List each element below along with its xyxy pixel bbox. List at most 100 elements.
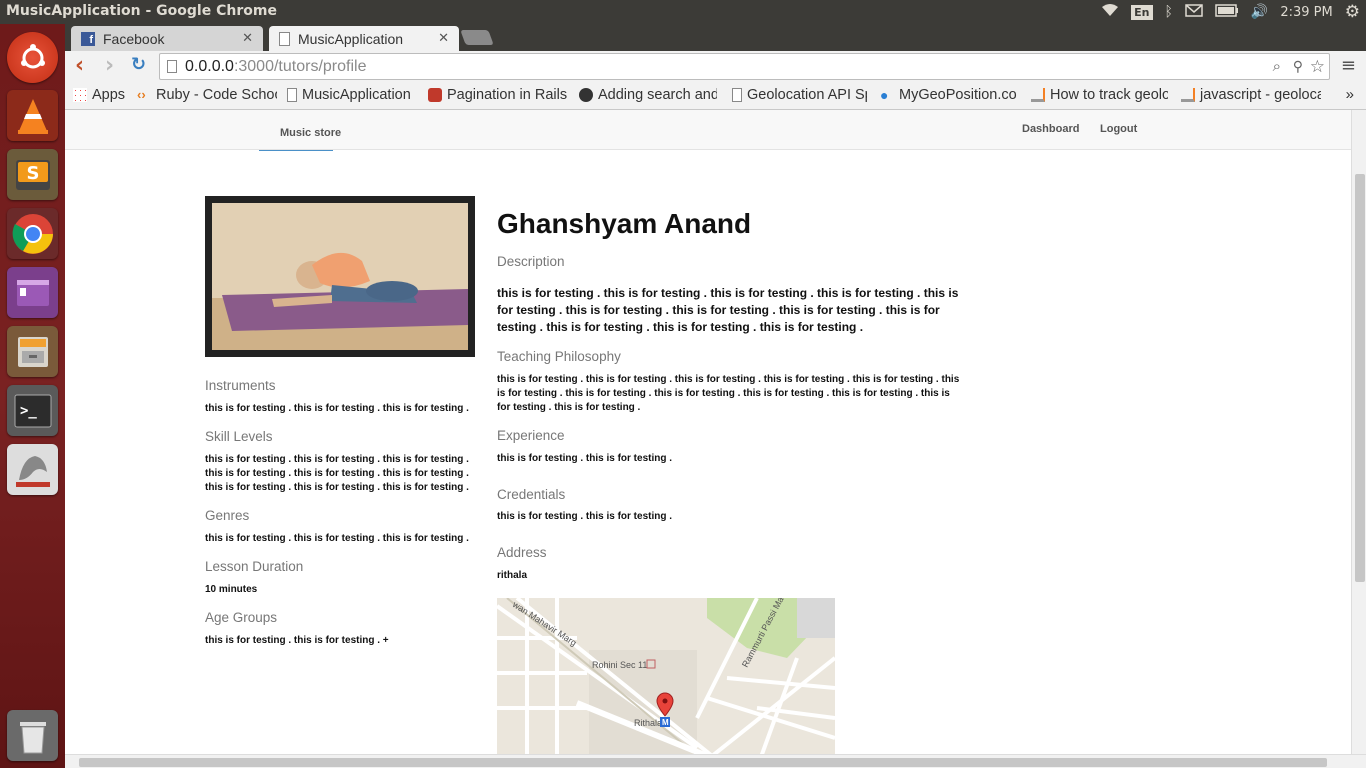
lesson-duration-heading: Lesson Duration xyxy=(205,559,304,574)
close-tab-icon[interactable]: ✕ xyxy=(438,30,449,46)
system-tray: En ᛒ 🔊 2:39 PM ⚙ xyxy=(1101,0,1360,24)
stackoverflow-icon xyxy=(1181,88,1195,102)
bookmark-ruby[interactable]: ‹› Ruby - Code Schoo xyxy=(137,87,277,103)
bookmark-pagination[interactable]: Pagination in Rails xyxy=(428,87,567,103)
active-link-underline xyxy=(259,150,333,151)
instruments-text: this is for testing . this is for testin… xyxy=(205,403,469,414)
page-icon xyxy=(167,60,177,73)
skill-levels-heading: Skill Levels xyxy=(205,429,273,444)
age-groups-heading: Age Groups xyxy=(205,610,278,625)
tab-musicapplication[interactable]: MusicApplication ✕ xyxy=(269,26,459,51)
page-viewport: Music store Dashboard Logout Instruments… xyxy=(65,110,1366,768)
star-icon[interactable]: ☆ xyxy=(1310,54,1325,79)
lesson-duration-text: 10 minutes xyxy=(205,584,258,595)
tutor-name: Ghanshyam Anand xyxy=(497,208,752,239)
bookmark-label: MyGeoPosition.co xyxy=(899,87,1017,103)
genres-text: this is for testing . this is for testin… xyxy=(205,533,469,544)
svg-text:>_: >_ xyxy=(20,403,37,419)
page-icon xyxy=(287,88,297,102)
page-icon xyxy=(732,88,742,102)
gear-icon[interactable]: ⚙ xyxy=(1345,2,1360,22)
bookmark-apps[interactable]: Apps xyxy=(73,87,125,103)
bookmark-track-geolocation[interactable]: How to track geolo xyxy=(1031,87,1168,103)
mysql-workbench-icon[interactable] xyxy=(7,444,58,495)
bookmarks-bar: Apps ‹› Ruby - Code Schoo MusicApplicati… xyxy=(65,82,1366,110)
map-station-label: Rithala xyxy=(634,718,662,728)
scrollbar-thumb[interactable] xyxy=(79,758,1327,767)
genres-heading: Genres xyxy=(205,508,250,523)
tab-label: Facebook xyxy=(103,30,165,47)
map-place-label: Rohini Sec 11 xyxy=(592,660,647,670)
tab-label: MusicApplication xyxy=(298,30,404,47)
forward-button[interactable]: › xyxy=(105,53,114,78)
purple-app-icon[interactable] xyxy=(7,267,58,318)
browser-toolbar: ‹ › ↻ 0.0.0.0:3000/tutors/profile ⌕ ⚲ ☆ … xyxy=(65,51,1366,82)
bookmark-label: Ruby - Code Schoo xyxy=(156,87,277,103)
horizontal-scrollbar[interactable] xyxy=(65,754,1366,768)
input-method-indicator[interactable]: En xyxy=(1131,4,1153,20)
yoga-photo xyxy=(212,203,468,350)
battery-icon[interactable] xyxy=(1215,3,1239,21)
wifi-icon[interactable] xyxy=(1101,3,1119,21)
skill-levels-text: this is for testing . this is for testin… xyxy=(205,454,469,493)
apps-icon xyxy=(73,88,87,102)
site-navbar: Music store Dashboard Logout xyxy=(65,110,1351,150)
menu-icon[interactable]: ≡ xyxy=(1341,55,1356,76)
clock[interactable]: 2:39 PM xyxy=(1280,5,1332,20)
bookmarks-overflow-button[interactable]: » xyxy=(1346,86,1354,103)
close-tab-icon[interactable]: ✕ xyxy=(242,30,253,46)
map-marker-icon[interactable] xyxy=(657,693,673,717)
bookmark-mygeoposition[interactable]: ● MyGeoPosition.co xyxy=(880,87,1020,103)
volume-icon[interactable]: 🔊 xyxy=(1251,4,1268,20)
page-icon xyxy=(279,31,290,46)
window-title: MusicApplication - Google Chrome xyxy=(6,3,277,19)
nav-logout-link[interactable]: Logout xyxy=(1100,123,1137,135)
description-text: this is for testing . this is for testin… xyxy=(497,286,959,334)
sublime-text-icon[interactable]: S xyxy=(7,149,58,200)
bookmark-search[interactable]: Adding search and xyxy=(579,87,717,103)
bookmark-label: MusicApplication xyxy=(302,87,411,103)
bookmark-javascript-geolocation[interactable]: javascript - geoloca xyxy=(1181,87,1321,103)
instruments-heading: Instruments xyxy=(205,378,276,393)
files-icon[interactable] xyxy=(7,326,58,377)
rails-icon xyxy=(428,88,442,102)
credentials-text: this is for testing . this is for testin… xyxy=(497,511,673,522)
trash-icon[interactable] xyxy=(7,710,58,761)
tab-strip: f Facebook ✕ MusicApplication ✕ xyxy=(65,24,1366,51)
bookmark-label: Apps xyxy=(92,87,126,103)
bookmark-label: Adding search and xyxy=(598,87,717,103)
address-map[interactable]: wan Mahavir Marg Rammurti Passi Ma Rohin… xyxy=(497,598,835,768)
github-icon xyxy=(579,88,593,102)
extension-icon[interactable]: ⚲ xyxy=(1293,54,1303,79)
launcher: S >_ xyxy=(0,24,65,768)
mail-icon[interactable] xyxy=(1185,3,1203,21)
address-bar[interactable]: 0.0.0.0:3000/tutors/profile ⌕ ⚲ ☆ xyxy=(159,53,1330,80)
tab-facebook[interactable]: f Facebook ✕ xyxy=(71,26,263,51)
map-pin-icon: ● xyxy=(880,87,889,103)
new-tab-button[interactable] xyxy=(460,30,494,45)
credentials-heading: Credentials xyxy=(497,487,566,502)
bookmark-label: Pagination in Rails xyxy=(447,87,568,103)
chrome-icon[interactable] xyxy=(7,208,58,259)
facebook-icon: f xyxy=(81,31,95,46)
bookmark-label: javascript - geoloca xyxy=(1200,87,1321,103)
nav-dashboard-link[interactable]: Dashboard xyxy=(1022,123,1079,135)
experience-text: this is for testing . this is for testin… xyxy=(497,453,673,464)
top-panel: MusicApplication - Google Chrome En ᛒ 🔊 … xyxy=(0,0,1366,24)
ubuntu-dash-icon[interactable] xyxy=(7,32,58,83)
reload-button[interactable]: ↻ xyxy=(131,54,146,75)
teaching-philosophy-text: this is for testing . this is for testin… xyxy=(497,374,960,413)
svg-text:M: M xyxy=(662,718,669,727)
address-text: rithala xyxy=(497,570,528,581)
back-button[interactable]: ‹ xyxy=(75,53,84,78)
zoom-icon[interactable]: ⌕ xyxy=(1273,54,1281,79)
bookmark-geolocation-api[interactable]: Geolocation API Sp xyxy=(732,87,867,103)
bookmark-label: Geolocation API Sp xyxy=(747,87,867,103)
bluetooth-icon[interactable]: ᛒ xyxy=(1165,4,1173,20)
scrollbar-thumb[interactable] xyxy=(1355,174,1365,582)
vlc-icon[interactable] xyxy=(7,90,58,141)
brand-link[interactable]: Music store xyxy=(280,127,341,139)
bookmark-musicapplication[interactable]: MusicApplication xyxy=(287,87,411,103)
terminal-icon[interactable]: >_ xyxy=(7,385,58,436)
vertical-scrollbar[interactable] xyxy=(1351,110,1366,768)
